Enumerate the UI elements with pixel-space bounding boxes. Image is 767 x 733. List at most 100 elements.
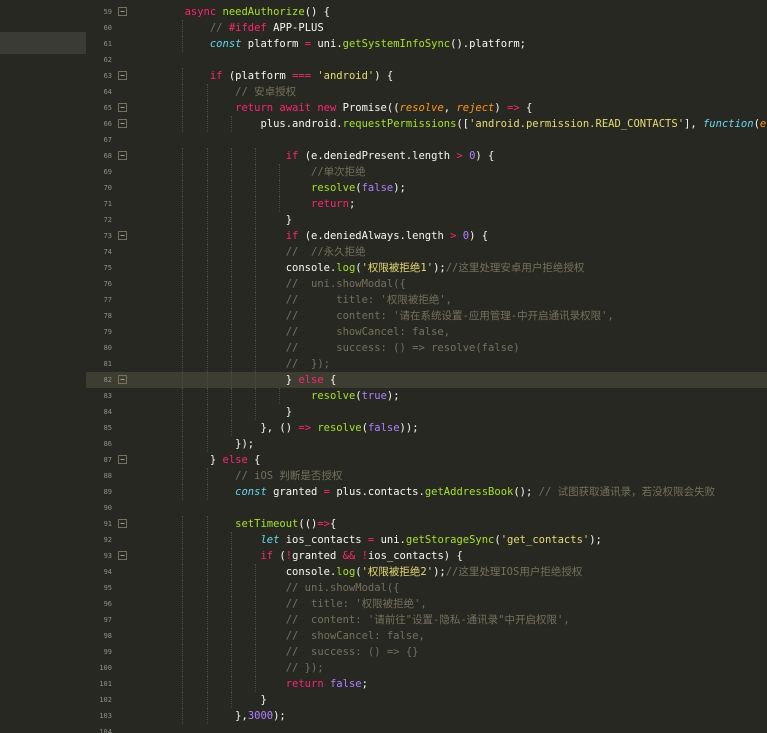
code-line[interactable]: 97 // content: '请前往"设置-隐私-通讯录"中开启权限', bbox=[86, 612, 767, 628]
code-text[interactable]: resolve(true); bbox=[132, 388, 767, 404]
code-text[interactable]: // content: '请在系统设置-应用管理-中开启通讯录权限', bbox=[132, 308, 767, 324]
code-text[interactable]: // #ifdef APP-PLUS bbox=[132, 20, 767, 36]
code-line[interactable]: 103 },3000); bbox=[86, 708, 767, 724]
code-text[interactable]: // success: () => {} bbox=[132, 644, 767, 660]
code-text[interactable]: return; bbox=[132, 196, 767, 212]
code-text[interactable]: // uni.showModal({ bbox=[132, 276, 767, 292]
code-text[interactable]: // }); bbox=[132, 660, 767, 676]
code-line[interactable]: 101 return false; bbox=[86, 676, 767, 692]
code-text[interactable]: let ios_contacts = uni.getStorageSync('g… bbox=[132, 532, 767, 548]
code-text[interactable]: return false; bbox=[132, 676, 767, 692]
code-text[interactable]: if (e.deniedPresent.length > 0) { bbox=[132, 148, 767, 164]
code-text[interactable]: } else { bbox=[132, 372, 767, 388]
code-text[interactable]: // title: '权限被拒绝', bbox=[132, 596, 767, 612]
fold-toggle-icon[interactable]: − bbox=[118, 375, 127, 384]
code-line[interactable]: 71 return; bbox=[86, 196, 767, 212]
code-line[interactable]: 74 // //永久拒绝 bbox=[86, 244, 767, 260]
code-line[interactable]: 62 bbox=[86, 52, 767, 68]
code-text[interactable]: // title: '权限被拒绝', bbox=[132, 292, 767, 308]
code-line[interactable]: 104 bbox=[86, 724, 767, 733]
code-line[interactable]: 102 } bbox=[86, 692, 767, 708]
code-line[interactable]: 59− async needAuthorize() { bbox=[86, 4, 767, 20]
code-text[interactable]: // }); bbox=[132, 356, 767, 372]
code-text[interactable]: // uni.showModal({ bbox=[132, 580, 767, 596]
code-line[interactable]: 86 }); bbox=[86, 436, 767, 452]
code-text[interactable]: // showCancel: false, bbox=[132, 628, 767, 644]
code-text[interactable]: console.log('权限被拒绝2');//这里处理IOS用户拒绝授权 bbox=[132, 564, 767, 580]
code-text[interactable]: } bbox=[132, 692, 767, 708]
code-editor[interactable]: 59− async needAuthorize() {60 // #ifdef … bbox=[0, 0, 767, 733]
code-text[interactable]: setTimeout(()=>{ bbox=[132, 516, 767, 532]
fold-toggle-icon[interactable]: − bbox=[118, 455, 127, 464]
code-text[interactable]: if (!granted && !ios_contacts) { bbox=[132, 548, 767, 564]
code-line[interactable]: 72 } bbox=[86, 212, 767, 228]
fold-toggle-icon[interactable]: − bbox=[118, 7, 127, 16]
code-text[interactable]: } bbox=[132, 212, 767, 228]
code-line[interactable]: 68− if (e.deniedPresent.length > 0) { bbox=[86, 148, 767, 164]
code-text[interactable]: plus.android.requestPermissions(['androi… bbox=[132, 116, 767, 132]
fold-toggle-icon[interactable]: − bbox=[118, 551, 127, 560]
code-line[interactable]: 69 //单次拒绝 bbox=[86, 164, 767, 180]
code-line[interactable]: 95 // uni.showModal({ bbox=[86, 580, 767, 596]
code-line[interactable]: 93− if (!granted && !ios_contacts) { bbox=[86, 548, 767, 564]
code-line[interactable]: 90 bbox=[86, 500, 767, 516]
fold-toggle-icon[interactable]: − bbox=[118, 151, 127, 160]
code-line[interactable]: 99 // success: () => {} bbox=[86, 644, 767, 660]
code-text[interactable]: if (platform === 'android') { bbox=[132, 68, 767, 84]
code-line[interactable]: 67 bbox=[86, 132, 767, 148]
code-line[interactable]: 66− plus.android.requestPermissions(['an… bbox=[86, 116, 767, 132]
fold-toggle-icon[interactable]: − bbox=[118, 71, 127, 80]
code-line[interactable]: 91− setTimeout(()=>{ bbox=[86, 516, 767, 532]
code-line[interactable]: 84 } bbox=[86, 404, 767, 420]
code-text[interactable]: },3000); bbox=[132, 708, 767, 724]
code-line[interactable]: 81 // }); bbox=[86, 356, 767, 372]
code-line[interactable]: 89 const granted = plus.contacts.getAddr… bbox=[86, 484, 767, 500]
code-text[interactable]: // showCancel: false, bbox=[132, 324, 767, 340]
code-line[interactable]: 88 // iOS 判断是否授权 bbox=[86, 468, 767, 484]
code-line[interactable]: 82− } else { bbox=[86, 372, 767, 388]
code-line[interactable]: 60 // #ifdef APP-PLUS bbox=[86, 20, 767, 36]
fold-toggle-icon[interactable]: − bbox=[118, 519, 127, 528]
code-text[interactable]: async needAuthorize() { bbox=[132, 4, 767, 20]
code-text[interactable]: const platform = uni.getSystemInfoSync()… bbox=[132, 36, 767, 52]
code-line[interactable]: 96 // title: '权限被拒绝', bbox=[86, 596, 767, 612]
code-line[interactable]: 78 // content: '请在系统设置-应用管理-中开启通讯录权限', bbox=[86, 308, 767, 324]
code-line[interactable]: 77 // title: '权限被拒绝', bbox=[86, 292, 767, 308]
code-text[interactable]: // success: () => resolve(false) bbox=[132, 340, 767, 356]
code-line[interactable]: 63− if (platform === 'android') { bbox=[86, 68, 767, 84]
code-line[interactable]: 64 // 安卓授权 bbox=[86, 84, 767, 100]
code-line[interactable]: 61 const platform = uni.getSystemInfoSyn… bbox=[86, 36, 767, 52]
code-text[interactable]: //单次拒绝 bbox=[132, 164, 767, 180]
code-line[interactable]: 75 console.log('权限被拒绝1');//这里处理安卓用户拒绝授权 bbox=[86, 260, 767, 276]
code-line[interactable]: 85 }, () => resolve(false)); bbox=[86, 420, 767, 436]
code-line[interactable]: 65− return await new Promise((resolve, r… bbox=[86, 100, 767, 116]
code-line[interactable]: 70 resolve(false); bbox=[86, 180, 767, 196]
code-text[interactable]: console.log('权限被拒绝1');//这里处理安卓用户拒绝授权 bbox=[132, 260, 767, 276]
fold-toggle-icon[interactable]: − bbox=[118, 103, 127, 112]
code-text[interactable]: }); bbox=[132, 436, 767, 452]
code-line[interactable]: 92 let ios_contacts = uni.getStorageSync… bbox=[86, 532, 767, 548]
code-line[interactable]: 87− } else { bbox=[86, 452, 767, 468]
code-text[interactable]: // content: '请前往"设置-隐私-通讯录"中开启权限', bbox=[132, 612, 767, 628]
code-line[interactable]: 76 // uni.showModal({ bbox=[86, 276, 767, 292]
code-text[interactable]: }, () => resolve(false)); bbox=[132, 420, 767, 436]
code-text[interactable]: if (e.deniedAlways.length > 0) { bbox=[132, 228, 767, 244]
code-line[interactable]: 73− if (e.deniedAlways.length > 0) { bbox=[86, 228, 767, 244]
code-text[interactable]: const granted = plus.contacts.getAddress… bbox=[132, 484, 767, 500]
code-line[interactable]: 100 // }); bbox=[86, 660, 767, 676]
code-text[interactable]: // //永久拒绝 bbox=[132, 244, 767, 260]
fold-toggle-icon[interactable]: − bbox=[118, 119, 127, 128]
code-area[interactable]: 59− async needAuthorize() {60 // #ifdef … bbox=[86, 4, 767, 733]
code-text[interactable]: resolve(false); bbox=[132, 180, 767, 196]
fold-toggle-icon[interactable]: − bbox=[118, 231, 127, 240]
code-text[interactable]: // 安卓授权 bbox=[132, 84, 767, 100]
code-line[interactable]: 94 console.log('权限被拒绝2');//这里处理IOS用户拒绝授权 bbox=[86, 564, 767, 580]
code-text[interactable]: // iOS 判断是否授权 bbox=[132, 468, 767, 484]
code-line[interactable]: 80 // success: () => resolve(false) bbox=[86, 340, 767, 356]
code-text[interactable]: return await new Promise((resolve, rejec… bbox=[132, 100, 767, 116]
code-text[interactable]: } bbox=[132, 404, 767, 420]
code-line[interactable]: 83 resolve(true); bbox=[86, 388, 767, 404]
code-line[interactable]: 98 // showCancel: false, bbox=[86, 628, 767, 644]
code-line[interactable]: 79 // showCancel: false, bbox=[86, 324, 767, 340]
code-text[interactable]: } else { bbox=[132, 452, 767, 468]
